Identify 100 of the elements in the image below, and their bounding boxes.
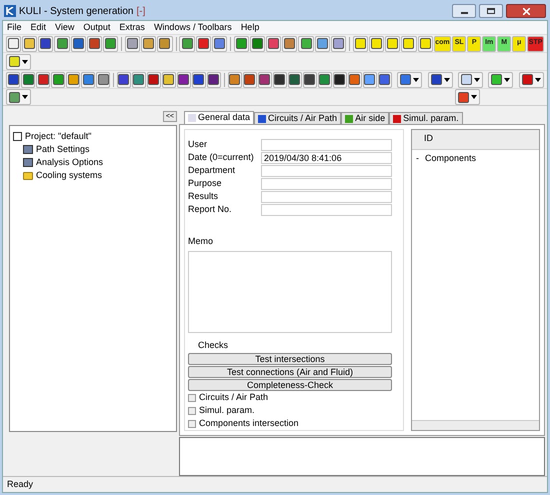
toolbar-button[interactable] [250, 36, 266, 52]
check-button[interactable]: Test connections (Air and Fluid) [188, 366, 392, 378]
checks-label: Checks [197, 338, 230, 352]
toolbar-button[interactable] [116, 72, 131, 88]
toolbar-button[interactable] [330, 36, 346, 52]
toolbar-button[interactable] [266, 36, 282, 52]
tool-icon [334, 74, 346, 85]
toolbar-button[interactable] [102, 36, 118, 52]
field-label: Results [188, 190, 220, 203]
toolbar-button[interactable] [352, 36, 368, 52]
menu-item[interactable]: Edit [30, 20, 46, 34]
input-field[interactable]: 2019/04/30 8:41:06 [261, 152, 392, 164]
tab[interactable]: Simul. param. [389, 112, 463, 124]
input-field[interactable] [261, 204, 392, 216]
toolbar-button[interactable] [242, 72, 257, 88]
toolbar-button[interactable] [401, 36, 416, 52]
toolbar-button[interactable] [36, 72, 50, 88]
tab[interactable]: Air side [341, 112, 390, 124]
memo-field[interactable] [188, 250, 392, 332]
tree-item[interactable]: Cooling systems [36, 168, 102, 182]
menu-item[interactable]: View [55, 20, 74, 34]
field-label: Department [188, 164, 236, 177]
tree-item[interactable]: Project: "default" [25, 130, 92, 144]
toolbar-button[interactable] [378, 72, 392, 88]
toolbar-button[interactable] [385, 36, 400, 52]
toolbar-button[interactable] [96, 72, 110, 88]
toolbar-button[interactable] [314, 36, 330, 52]
toolbar-button[interactable] [318, 72, 332, 88]
toolbar-button[interactable] [162, 72, 176, 88]
minimize-button[interactable] [452, 4, 476, 18]
tool-icon [72, 38, 84, 49]
expander[interactable]: - [416, 152, 419, 166]
menu-item[interactable]: Extras [119, 20, 145, 34]
tree-item[interactable]: Analysis Options [36, 156, 104, 170]
list-item[interactable]: Components [425, 152, 476, 166]
toolbar-button[interactable] [228, 72, 242, 88]
toolbar-button[interactable] [192, 72, 206, 88]
menu-item[interactable]: File [7, 20, 22, 34]
toolbar-button[interactable] [348, 72, 362, 88]
toolbar-dropdown[interactable] [458, 72, 484, 88]
toolbar-button[interactable] [302, 72, 317, 88]
close-button[interactable] [506, 4, 546, 18]
toolbar-dropdown[interactable] [488, 72, 514, 88]
toolbar-button[interactable] [196, 36, 211, 52]
toolbar-button[interactable] [272, 72, 287, 88]
toolbar-button[interactable] [21, 72, 35, 88]
tab[interactable]: Circuits / Air Path [254, 112, 342, 124]
toolbar-button[interactable] [288, 72, 302, 88]
menu-item[interactable]: Windows / Toolbars [154, 20, 232, 34]
toolbar-button[interactable] [234, 36, 249, 52]
checkbox[interactable] [188, 420, 196, 428]
toolbar-button[interactable] [132, 72, 146, 88]
toolbar-button[interactable] [157, 36, 172, 52]
toolbar-dropdown[interactable] [518, 72, 544, 88]
toolbar-button[interactable] [6, 36, 22, 52]
checkbox[interactable] [188, 394, 196, 402]
maximize-button[interactable] [479, 4, 503, 18]
input-field[interactable] [261, 190, 392, 202]
checkbox[interactable] [188, 406, 196, 414]
tool-icon [332, 38, 344, 49]
check-button[interactable]: Test intersections [188, 353, 392, 365]
toolbar-button[interactable] [298, 36, 314, 52]
app-logo-icon [4, 5, 16, 17]
toolbar-button[interactable] [176, 72, 191, 88]
menu-item[interactable]: Help [240, 20, 260, 34]
input-field[interactable] [261, 178, 392, 190]
tool-icon [430, 74, 442, 85]
tab[interactable]: General data [184, 111, 254, 124]
toolbar-button[interactable] [66, 72, 80, 88]
toolbar-dropdown[interactable] [397, 72, 422, 88]
toolbar-button[interactable] [179, 36, 195, 52]
toolbar-button[interactable] [146, 72, 161, 88]
toolbar-button[interactable] [51, 72, 65, 88]
toolbar-button[interactable] [258, 72, 272, 88]
check-button[interactable]: Completeness-Check [188, 379, 392, 391]
toolbar-button[interactable] [70, 36, 86, 52]
toolbar-dropdown[interactable] [455, 89, 480, 105]
toolbar-button[interactable] [86, 36, 102, 52]
toolbar-button[interactable] [81, 72, 95, 88]
toolbar-button[interactable] [362, 72, 377, 88]
input-field[interactable] [261, 164, 392, 176]
toolbar-dropdown[interactable] [428, 72, 453, 88]
toolbar-button[interactable] [141, 36, 156, 52]
toolbar-button[interactable] [212, 36, 227, 52]
toolbar-button[interactable] [38, 36, 54, 52]
input-field[interactable] [261, 138, 392, 150]
toolbar-button[interactable] [22, 36, 38, 52]
menu-item[interactable]: Output [83, 20, 110, 34]
toolbar-button[interactable] [6, 72, 20, 88]
tree-item[interactable]: Path Settings [36, 142, 90, 156]
status-bar: Ready [3, 476, 547, 492]
toolbar-button[interactable] [369, 36, 384, 52]
toolbar-button[interactable] [282, 36, 298, 52]
toolbar-dropdown[interactable] [6, 89, 31, 105]
toolbar-button[interactable] [206, 72, 221, 88]
toolbar-button[interactable] [332, 72, 347, 88]
toolbar-dropdown[interactable] [6, 54, 31, 70]
toolbar-button[interactable] [125, 36, 140, 52]
toolbar-button[interactable] [54, 36, 70, 52]
toolbar-button[interactable] [418, 36, 433, 52]
